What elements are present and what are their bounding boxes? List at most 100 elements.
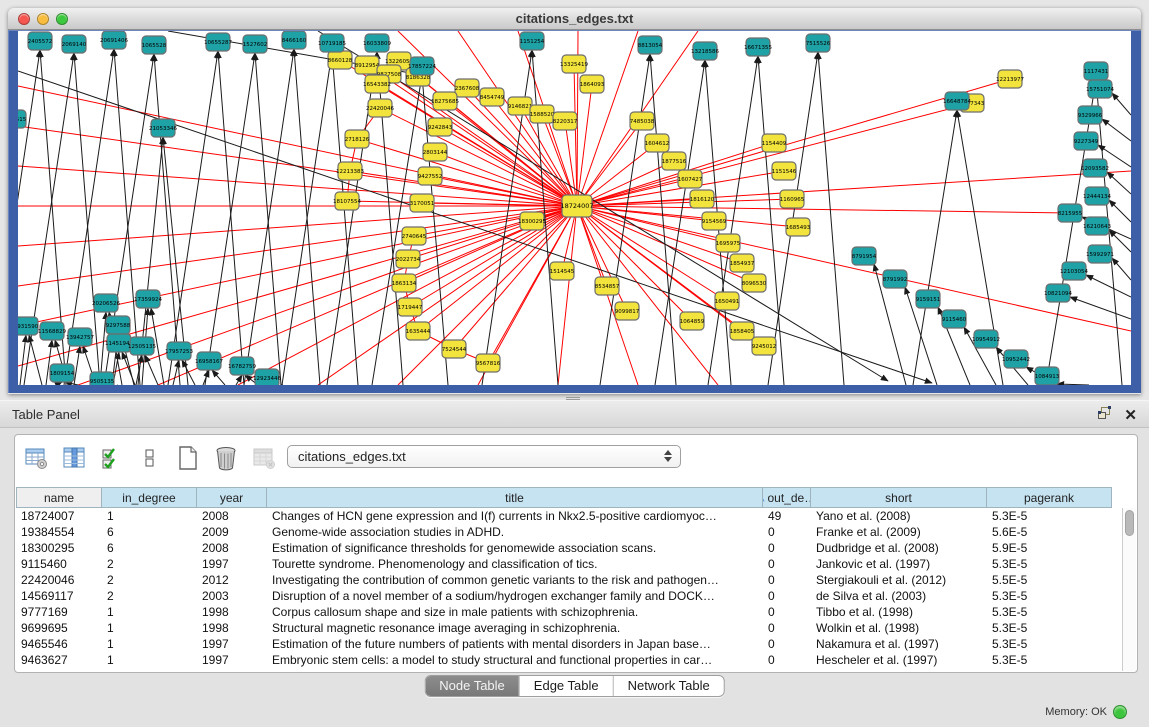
table-row[interactable]: 1456911722003Disruption of a novel membe… [16, 588, 1122, 604]
selected-network-node[interactable]: 1635444 [406, 322, 431, 340]
network-node[interactable]: 13942757 [66, 328, 94, 346]
table-row[interactable]: 946554611997Estimation of the future num… [16, 636, 1122, 652]
network-node[interactable]: 3931590 [18, 317, 39, 335]
network-node[interactable]: 2069140 [62, 35, 87, 53]
selected-network-node[interactable]: 1816120 [690, 190, 715, 208]
table-row[interactable]: 977716911998Corpus callosum shape and si… [16, 604, 1122, 620]
selected-network-node[interactable]: 3170051 [410, 194, 435, 212]
network-node[interactable]: 1527602 [243, 35, 268, 53]
table-row[interactable]: 2242004622012Investigating the contribut… [16, 572, 1122, 588]
selected-network-node[interactable]: 18300295 [518, 212, 546, 230]
network-node[interactable]: 13218586 [691, 42, 719, 60]
network-node[interactable]: 20691406 [100, 31, 128, 49]
network-node[interactable]: 9115460 [942, 310, 967, 328]
network-node[interactable]: 20206526 [92, 294, 120, 312]
selected-network-node[interactable]: 2367608 [455, 79, 480, 97]
network-node[interactable]: 9159151 [916, 290, 941, 308]
selected-network-node[interactable]: 7524544 [442, 340, 467, 358]
selected-network-node[interactable]: 1695975 [716, 234, 741, 252]
row-selector-icon[interactable] [137, 445, 163, 471]
selected-network-node[interactable]: 8660128 [328, 51, 353, 69]
column-header-out_degree[interactable]: △out_de… [763, 487, 811, 508]
selected-network-node[interactable]: 7485038 [630, 112, 655, 130]
selected-network-node[interactable]: 12213383 [336, 162, 364, 180]
selected-network-node[interactable]: 9146821 [508, 97, 533, 115]
selected-network-node[interactable]: 12213977 [996, 70, 1024, 88]
network-node[interactable]: 9329966 [1078, 106, 1103, 124]
selected-network-node[interactable]: 1719447 [398, 298, 423, 316]
column-header-year[interactable]: year [197, 487, 267, 508]
selected-network-node[interactable]: 8454749 [480, 88, 505, 106]
selected-network-node[interactable]: 8534857 [595, 277, 620, 295]
close-panel-icon[interactable]: ✕ [1124, 408, 1137, 424]
network-node[interactable]: 9505135 [90, 372, 115, 385]
selected-network-node[interactable]: 1588520 [530, 105, 555, 123]
memory-status-indicator[interactable] [1113, 705, 1127, 719]
network-node[interactable]: 1065528 [142, 36, 167, 54]
network-node[interactable]: 16671355 [744, 38, 772, 56]
tab-network-table[interactable]: Network Table [613, 676, 724, 696]
float-panel-icon[interactable] [1097, 406, 1112, 425]
column-header-name[interactable]: name [16, 487, 102, 508]
selected-network-node[interactable]: 1877516 [662, 152, 687, 170]
table-source-dropdown[interactable]: citations_edges.txt [287, 445, 681, 468]
table-row[interactable]: 969969511998Structural magnetic resonanc… [16, 620, 1122, 636]
network-node[interactable]: 12923446 [253, 369, 281, 385]
network-node[interactable]: 12093582 [1081, 159, 1109, 177]
table-column-icon[interactable] [61, 445, 87, 471]
network-node[interactable]: 10821094 [1044, 284, 1072, 302]
selected-network-node[interactable]: 1854937 [730, 254, 755, 272]
network-node[interactable]: 12505135 [128, 337, 156, 355]
network-node[interactable]: 16210643 [1083, 217, 1111, 235]
tab-node-table[interactable]: Node Table [425, 676, 519, 696]
table-row[interactable]: 1872400712008Changes of HCN gene express… [16, 508, 1122, 524]
network-node[interactable]: 2405572 [28, 32, 53, 50]
network-node[interactable]: 1084913 [1035, 367, 1060, 385]
column-header-title[interactable]: title [267, 487, 763, 508]
network-node[interactable]: 10954912 [972, 330, 1000, 348]
network-node[interactable]: 9297588 [106, 316, 131, 334]
selected-network-node[interactable]: 1514545 [550, 262, 575, 280]
network-node[interactable]: 10719185 [318, 34, 346, 52]
selected-network-node[interactable]: 1863134 [392, 274, 417, 292]
network-node[interactable]: 16958167 [195, 352, 223, 370]
selected-network-node[interactable]: 18107554 [333, 192, 361, 210]
network-node[interactable]: 2060515 [18, 110, 27, 128]
selected-network-node[interactable]: 8220317 [553, 112, 578, 130]
network-node[interactable]: 11568829 [38, 322, 66, 340]
table-settings-icon[interactable] [23, 445, 49, 471]
selected-network-node[interactable]: 18724007 [560, 195, 593, 217]
selected-network-node[interactable]: 9154569 [702, 212, 727, 230]
table-row[interactable]: 1830029562008Estimation of significance … [16, 540, 1122, 556]
selected-network-node[interactable]: 9099817 [615, 302, 640, 320]
selected-network-node[interactable]: 1154409 [762, 134, 787, 152]
selected-network-node[interactable]: 22420046 [366, 99, 394, 117]
network-node[interactable]: 17857224 [408, 57, 436, 75]
table-row[interactable]: 946362711997Embryonic stem cells: a mode… [16, 652, 1122, 668]
table-scrollbar[interactable] [1122, 508, 1136, 671]
selected-network-node[interactable]: 1607427 [678, 170, 703, 188]
selected-network-node[interactable]: 1858405 [730, 322, 755, 340]
select-all-icon[interactable] [99, 445, 125, 471]
selected-network-node[interactable]: 9567816 [476, 354, 501, 372]
network-node[interactable]: 15992971 [1086, 245, 1114, 263]
network-node[interactable]: 16782759 [228, 357, 256, 375]
selected-network-node[interactable]: 13325419 [560, 55, 588, 73]
network-canvas[interactable]: 1872400786601288912954132260589827508165… [18, 31, 1131, 385]
new-table-icon[interactable] [175, 445, 201, 471]
network-node[interactable]: 1151254 [520, 32, 545, 50]
selected-network-node[interactable]: 2740645 [402, 227, 427, 245]
selected-network-node[interactable]: 1064859 [680, 312, 705, 330]
network-node[interactable]: 17359924 [134, 290, 162, 308]
selected-network-node[interactable]: 1864093 [580, 75, 605, 93]
selected-network-node[interactable]: 1685493 [786, 218, 811, 236]
scrollbar-thumb[interactable] [1125, 510, 1134, 536]
selected-network-node[interactable]: 1151546 [772, 162, 797, 180]
network-node[interactable]: 16033809 [363, 34, 391, 52]
citation-network-graph[interactable]: 1872400786601288912954132260589827508165… [18, 31, 1131, 385]
selected-network-node[interactable]: 8096530 [742, 274, 767, 292]
network-node[interactable]: 10655287 [204, 33, 232, 51]
selected-network-node[interactable]: 1160965 [780, 190, 805, 208]
tab-edge-table[interactable]: Edge Table [519, 676, 613, 696]
network-node[interactable]: 16648784 [943, 92, 971, 110]
